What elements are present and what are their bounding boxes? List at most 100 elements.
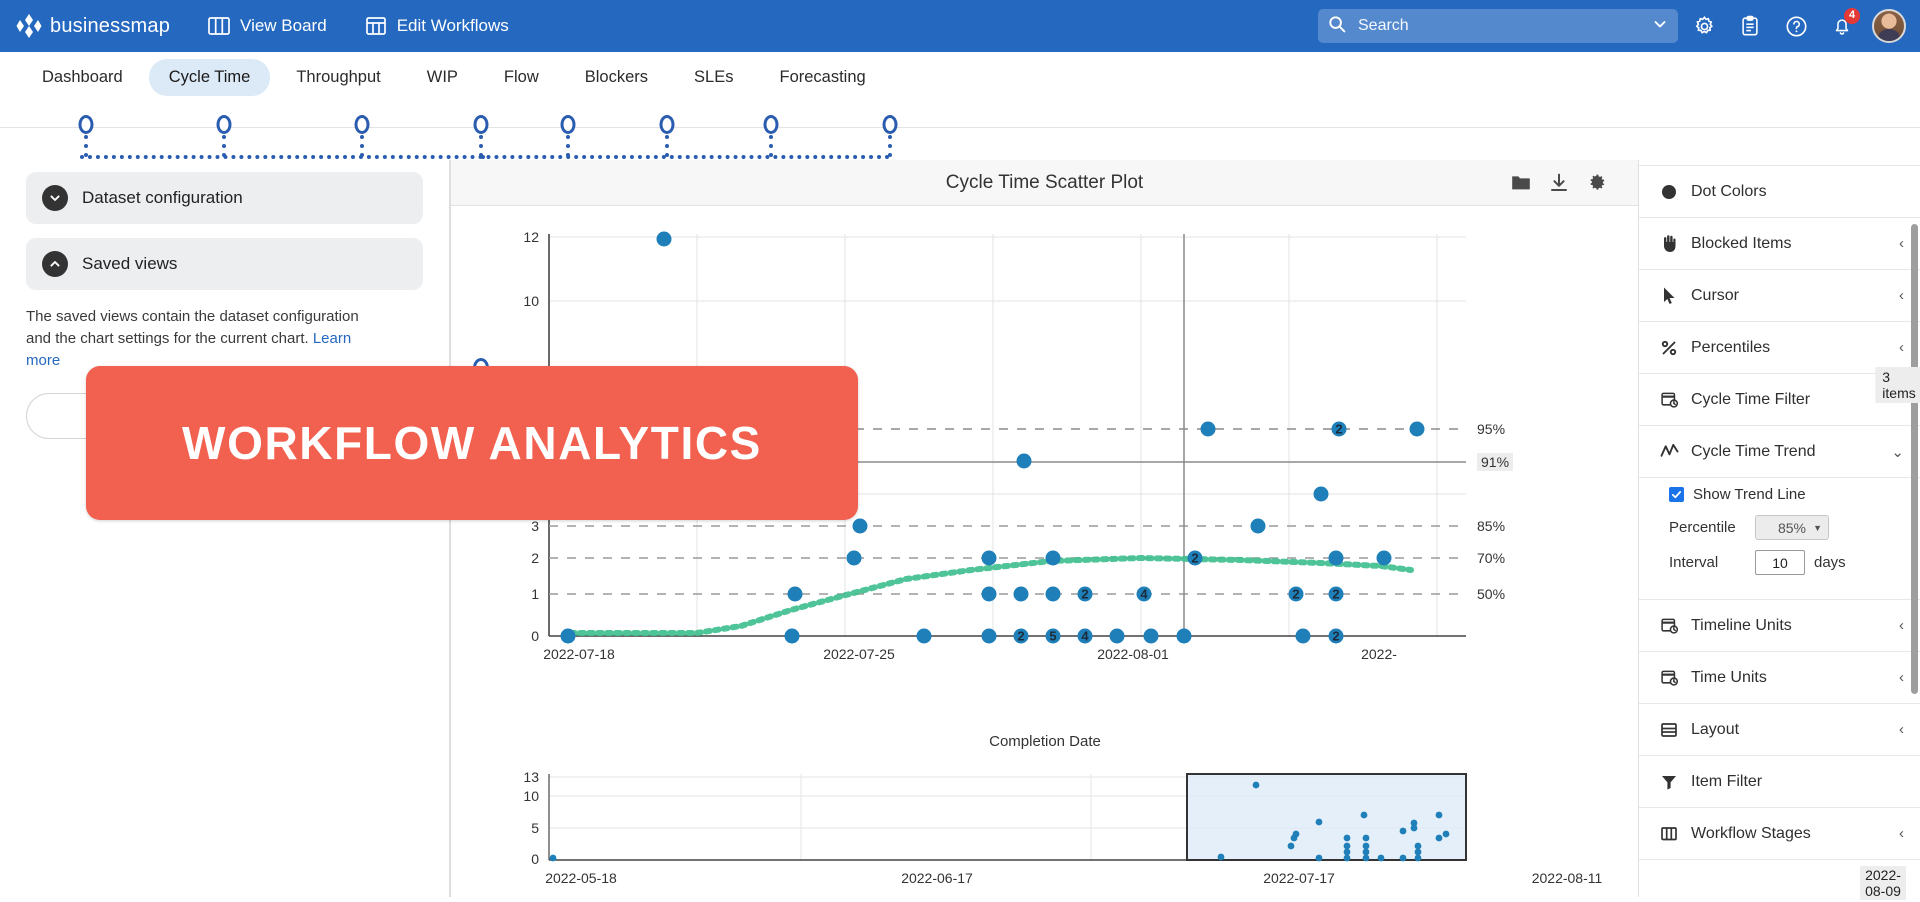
analytics-tabs: Dashboard Cycle Time Throughput WIP Flow… [0,52,1920,102]
brush-x-tick-1: 2022-05-18 [545,870,617,886]
scatter-point [1176,628,1192,644]
percentile-select[interactable]: 85% ▼ [1755,515,1829,540]
businessmap-diamond-icon [16,13,42,39]
chevron-down-icon: ⌄ [1891,443,1904,461]
scatter-point [1136,586,1152,602]
tab-wip[interactable]: WIP [407,59,478,96]
step-stem-sles [769,135,773,157]
notification-badge: 4 [1844,8,1860,24]
scatter-point [560,628,576,644]
scatter-point [1250,518,1266,534]
download-icon[interactable] [1540,173,1578,192]
setting-layout[interactable]: Layout ‹ [1639,704,1920,756]
clipboard-icon[interactable] [1730,6,1770,46]
setting-time-units[interactable]: Time Units ‹ [1639,652,1920,704]
interval-input-value: 10 [1772,554,1788,571]
brush-y-tick-10: 10 [523,788,539,804]
setting-dot-colors[interactable]: Dot Colors [1639,166,1920,218]
nav-edit-workflows[interactable]: Edit Workflows [365,16,509,36]
board-columns-icon [1655,825,1683,842]
step-stem-wip [479,135,483,157]
caret-down-icon: ▼ [1813,522,1822,533]
calendar-clock-icon [1655,668,1683,687]
setting-dot-colors-label: Dot Colors [1691,182,1767,200]
brand-logo[interactable]: businessmap [16,13,170,39]
tab-throughput[interactable]: Throughput [276,59,400,96]
date-range-brush-chart[interactable]: 13 10 5 0 2022-05-18 2022-06-17 2022-07-… [451,766,1639,897]
bell-icon[interactable]: 4 [1822,6,1862,46]
step-dot-sles[interactable] [763,115,779,134]
chevron-down-icon[interactable] [1652,16,1668,37]
brush-y-tick-0: 0 [531,851,539,867]
step-dot-throughput[interactable] [354,115,370,134]
accordion-saved-views-label: Saved views [82,254,178,273]
chart-header: Cycle Time Scatter Plot [451,160,1638,206]
interval-input[interactable]: 10 [1755,550,1805,575]
scatter-point [981,550,997,566]
step-dot-forecasting[interactable] [882,115,898,134]
setting-cycle-time-filter-label: Cycle Time Filter [1691,390,1811,408]
scatter-point [981,586,997,602]
step-dot-blockers[interactable] [659,115,675,134]
step-stem-throughput [360,135,364,157]
brush-x-tick-3: 2022-07-17 [1263,870,1335,886]
show-trend-line-checkbox[interactable] [1669,487,1684,502]
calendar-clock-icon [1655,390,1683,409]
setting-workflow-stages[interactable]: Workflow Stages ‹ [1639,808,1920,860]
saved-views-description-text: The saved views contain the dataset conf… [26,308,359,347]
brush-x-tick-4: 2022-08-11 [1531,870,1603,886]
step-dot-flow[interactable] [560,115,576,134]
scatter-point [1328,628,1344,644]
setting-timeline-units[interactable]: Timeline Units ‹ [1639,600,1920,652]
avatar[interactable] [1872,9,1906,43]
tab-cycle-time[interactable]: Cycle Time [148,58,271,96]
scatter-point [916,628,932,644]
brush-y-tick-5: 5 [531,820,539,836]
setting-blocked-items-label: Blocked Items [1691,234,1792,252]
show-trend-line-row[interactable]: Show Trend Line [1669,486,1904,503]
step-baseline [0,127,1920,128]
chevron-left-icon: ‹ [1899,339,1904,356]
tab-flow[interactable]: Flow [484,59,559,96]
scatter-point [656,231,672,247]
percentile-label-70: 70% [1477,550,1506,566]
brand-name: businessmap [50,14,171,37]
setting-cycle-time-trend[interactable]: Cycle Time Trend ⌄ [1639,426,1920,478]
step-dot-wip[interactable] [473,115,489,134]
percent-icon [1655,339,1683,357]
scatter-point [1200,421,1216,437]
search-input[interactable]: Search [1318,9,1678,43]
scatter-point [1077,628,1093,644]
cycle-time-trend-body: Show Trend Line Percentile 85% ▼ Interva… [1639,478,1920,600]
tab-sles[interactable]: SLEs [674,59,753,96]
layout-rows-icon [1655,721,1683,739]
folder-icon[interactable] [1502,173,1540,192]
left-configuration-panel: Dataset configuration Saved views The sa… [0,160,450,897]
scatter-point [846,550,862,566]
scatter-point [1376,550,1392,566]
settings-scrollbar[interactable] [1911,224,1918,694]
gear-icon[interactable] [1578,173,1616,192]
step-dot-dashboard[interactable] [78,115,94,134]
setting-percentiles-label: Percentiles [1691,338,1771,356]
step-dot-cycle-time[interactable] [216,115,232,134]
setting-item-filter[interactable]: Item Filter [1639,756,1920,808]
accordion-dataset-configuration[interactable]: Dataset configuration [26,172,423,224]
accordion-saved-views[interactable]: Saved views [26,238,423,290]
tab-dashboard[interactable]: Dashboard [22,59,143,96]
tab-blockers[interactable]: Blockers [565,59,668,96]
help-circle-icon[interactable] [1776,6,1816,46]
scatter-point [1016,453,1032,469]
nav-view-board[interactable]: View Board [208,16,327,36]
accordion-dataset-configuration-label: Dataset configuration [82,188,243,207]
chevron-left-icon: ‹ [1899,669,1904,686]
setting-cursor[interactable]: Cursor ‹ [1639,270,1920,322]
setting-layout-label: Layout [1691,720,1740,738]
scatter-point [1331,421,1347,437]
hand-icon [1655,234,1683,253]
x-tick-3: 2022-08-01 [1097,646,1169,662]
cursor-arrow-icon [1655,286,1683,305]
tab-forecasting[interactable]: Forecasting [759,59,885,96]
gear-icon[interactable] [1684,6,1724,46]
setting-blocked-items[interactable]: Blocked Items ‹ [1639,218,1920,270]
